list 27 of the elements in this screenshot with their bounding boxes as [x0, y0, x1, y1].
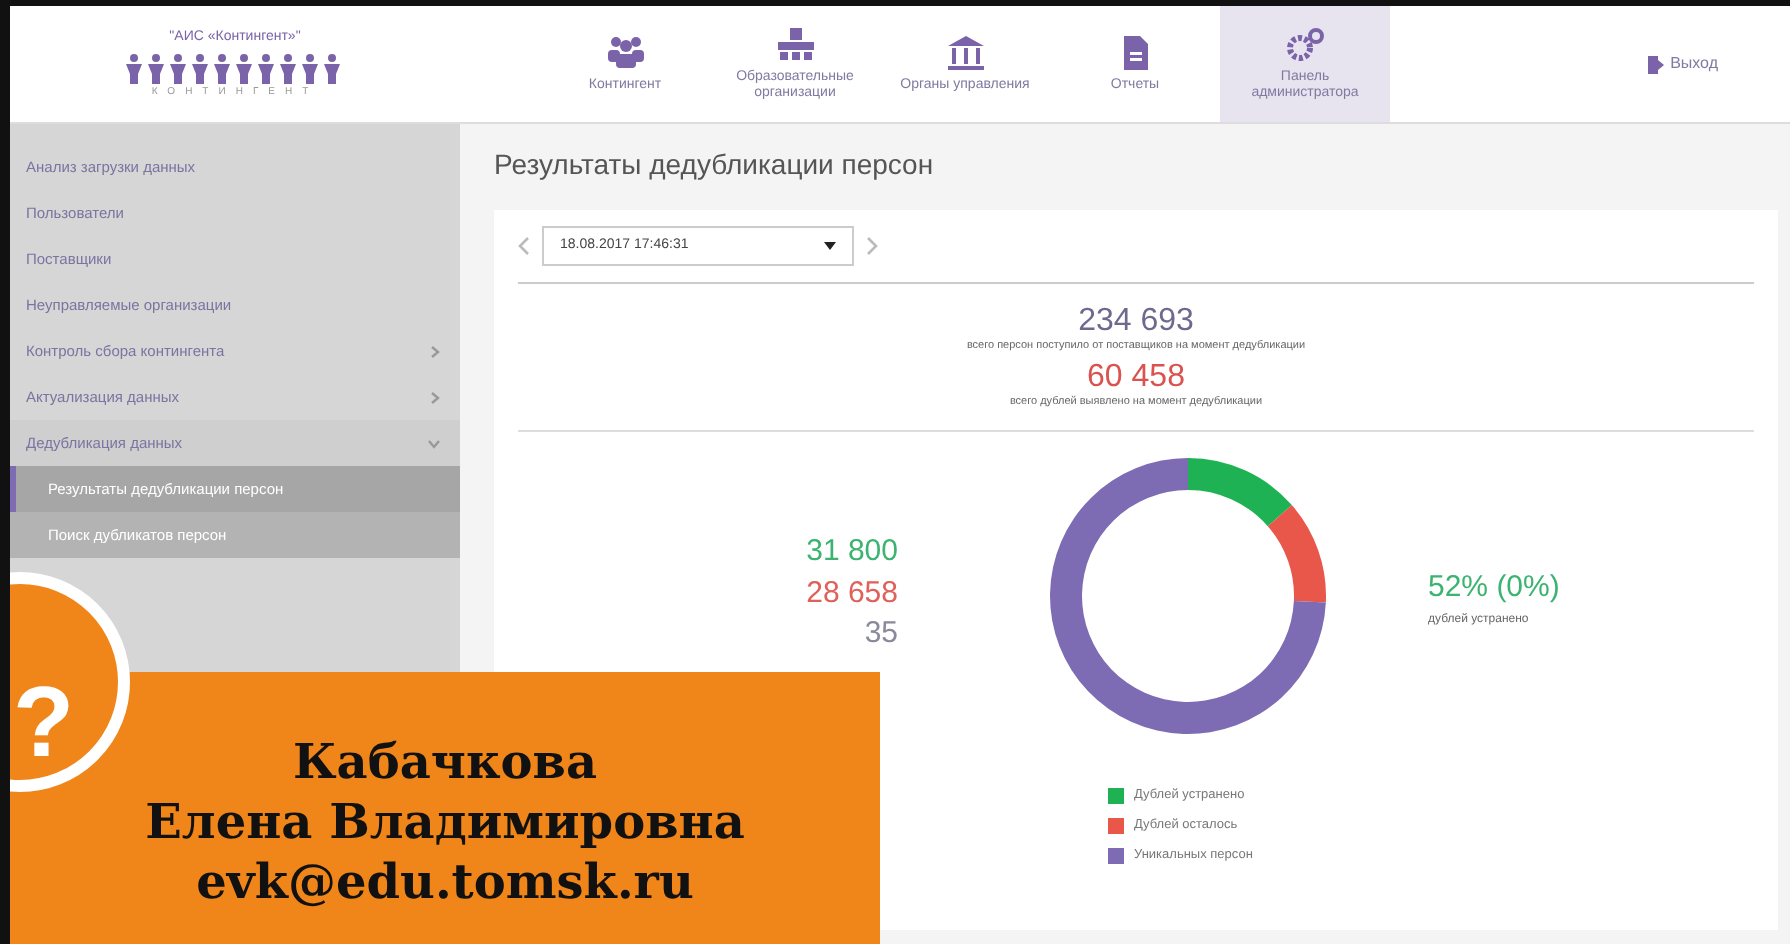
overlay-text: Елена Владимировна	[145, 792, 745, 852]
chevron-right-icon	[428, 391, 440, 403]
caret-icon	[824, 241, 836, 250]
chevron-down-icon	[428, 437, 440, 449]
count-value: 31 800	[806, 536, 898, 570]
page-title: Результаты дедубликации персон	[494, 148, 936, 182]
settings-icon	[1285, 26, 1325, 65]
overlay-text: evk@edu.tomsk.ru	[196, 852, 694, 912]
institution-icon	[945, 34, 985, 73]
count-value: 28 658	[806, 577, 898, 611]
legend-swatch	[1108, 818, 1124, 835]
chevron-right-icon	[428, 345, 440, 357]
legend-swatch	[1108, 847, 1124, 864]
count-value: 35	[864, 618, 898, 652]
buildings-icon	[775, 26, 815, 65]
chevron-left-icon	[518, 235, 530, 256]
chevron-right-icon	[866, 235, 878, 256]
people-logo-icon	[125, 51, 345, 83]
question-badge: ?	[10, 572, 130, 792]
door-icon	[1648, 55, 1665, 73]
overlay-text: Кабачкова	[292, 732, 598, 792]
total-value: 60 458	[1087, 359, 1185, 395]
legend-swatch	[1108, 788, 1124, 805]
total-value: 234 693	[1078, 303, 1194, 339]
logout-button[interactable]: Выход	[1636, 50, 1730, 78]
people-icon	[605, 34, 645, 73]
summary-value: 52% (0%)	[1428, 568, 1560, 609]
